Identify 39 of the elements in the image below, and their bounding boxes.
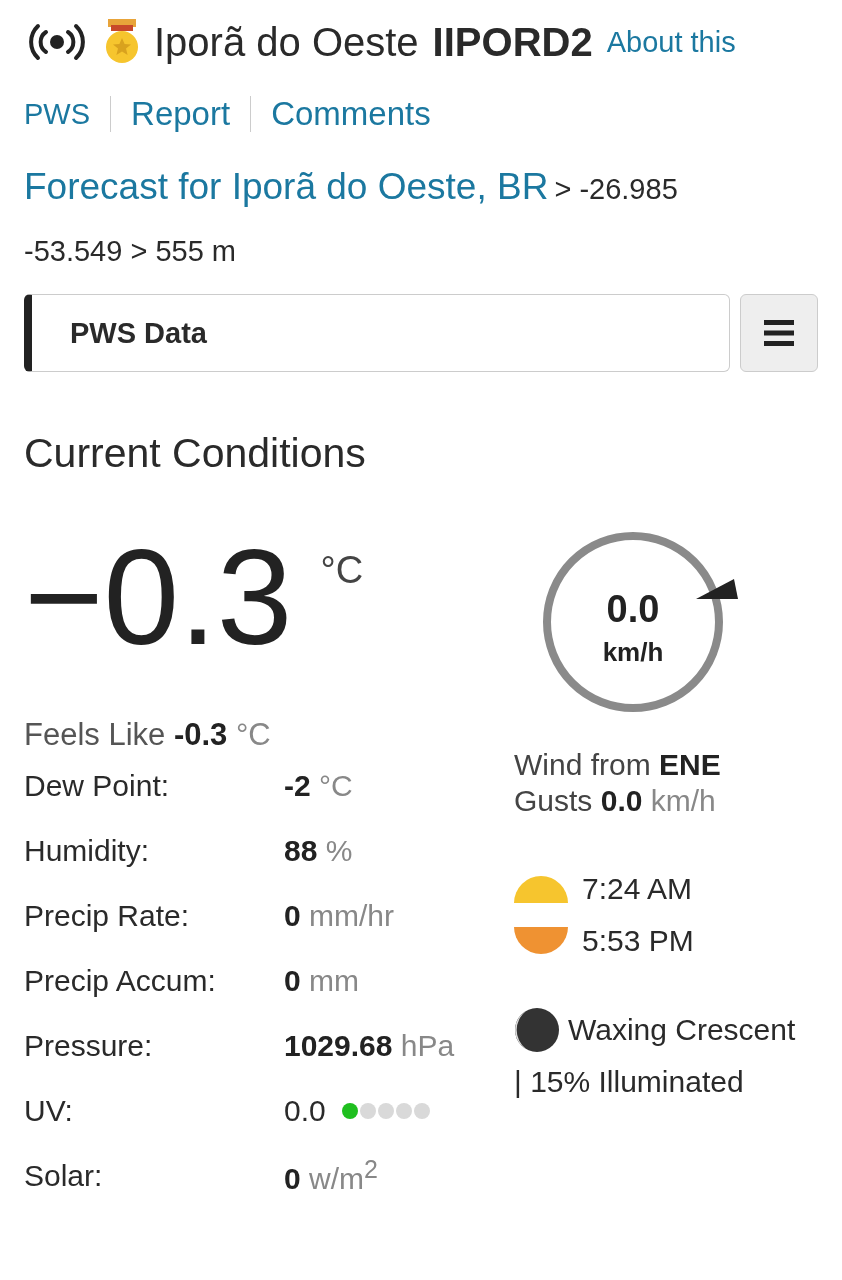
- row-value: 0 w/m$^{2}$: [284, 1155, 378, 1196]
- station-name: Iporã do Oeste: [154, 19, 419, 65]
- row-value: 0 mm/hr: [284, 898, 395, 933]
- row-value: 0 mm: [284, 963, 359, 998]
- row-label: UV:: [24, 1093, 74, 1128]
- row-value: 88 %: [284, 833, 353, 868]
- feels-like-text: Feels Like -0.3 °C: [24, 717, 272, 753]
- temperature-unit: °C: [320, 549, 364, 592]
- about-link[interactable]: About this: [606, 25, 736, 59]
- nav-link[interactable]: PWS: [24, 96, 111, 132]
- nav-link[interactable]: Report: [110, 96, 251, 132]
- section-title: Current Conditions: [24, 430, 367, 477]
- nav-link[interactable]: Comments: [250, 96, 451, 132]
- row-label: Humidity:: [24, 833, 151, 868]
- sun-time: 7:24 AM: [582, 872, 693, 906]
- row-label: Pressure:: [24, 1028, 154, 1063]
- row-value: 1029.68 hPa: [284, 1028, 455, 1063]
- menu-icon: [764, 320, 794, 346]
- sunset-icon: [514, 927, 568, 955]
- row-label: Solar:: [24, 1158, 104, 1193]
- moon-icon: [514, 1007, 560, 1053]
- sunrise-icon: [514, 875, 568, 903]
- row-value: -2 °C: [284, 768, 353, 803]
- menu-button[interactable]: [740, 294, 818, 372]
- row-label: Precip Accum:: [24, 963, 217, 998]
- row-label: Precip Rate:: [24, 898, 191, 933]
- forecast-link[interactable]: Forecast for Iporã do Oeste, BR: [24, 166, 549, 207]
- data-select[interactable]: PWS Data: [24, 294, 730, 372]
- sun-time: 5:53 PM: [582, 924, 694, 958]
- station-id: IIPORD2: [432, 19, 593, 65]
- forecast-location: Forecast for Iporã do Oeste, BR > -26.985 -53.549 > 555 m: [24, 165, 679, 269]
- wind-gusts: Gusts 0.0 km/h: [514, 783, 717, 819]
- wind-direction: Wind from ENE: [514, 747, 722, 783]
- row-label: Dew Point:: [24, 768, 171, 803]
- temperature-value: −0.3: [24, 527, 293, 667]
- medal-icon: [104, 19, 140, 65]
- moon-illumination: | 15% Illuminated: [514, 1065, 745, 1099]
- row-value: 0.0: [284, 1093, 326, 1128]
- moon-phase: Waxing Crescent: [568, 1013, 796, 1047]
